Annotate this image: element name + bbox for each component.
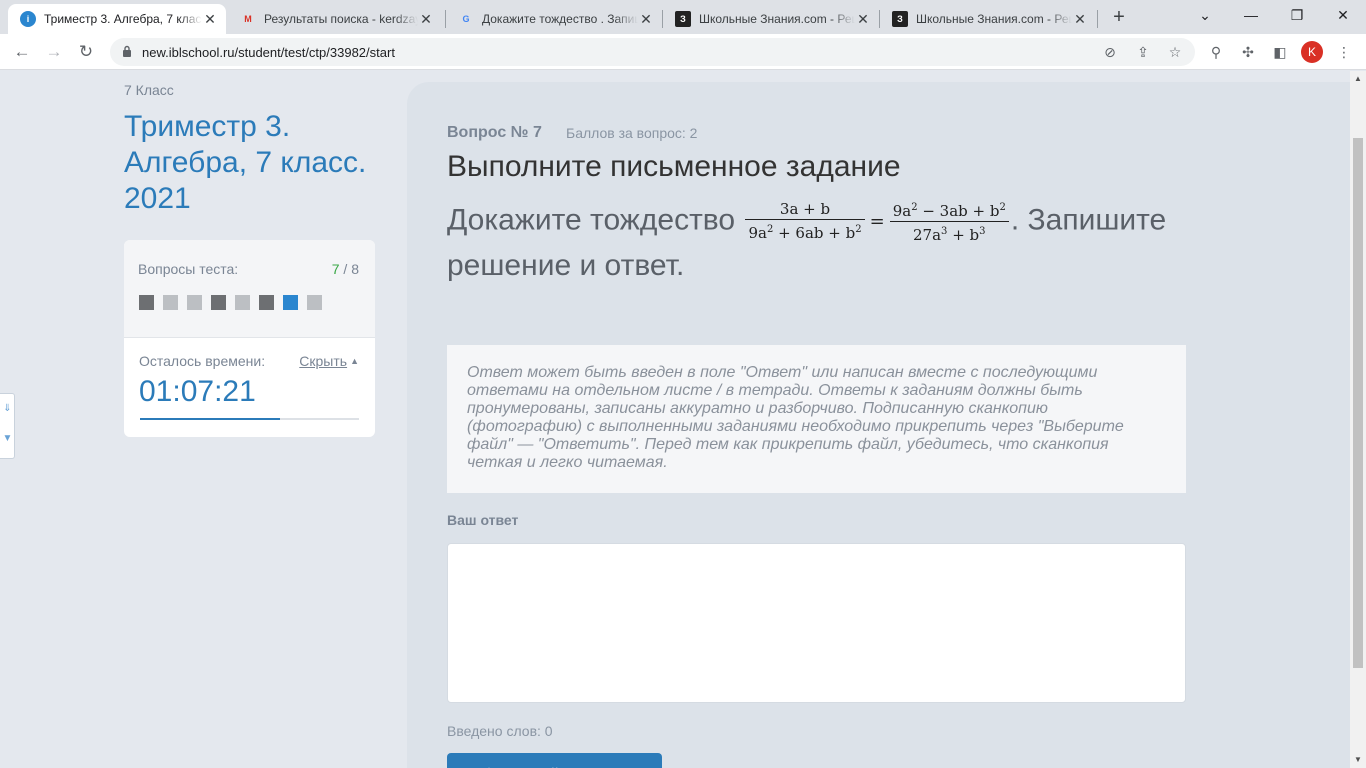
close-icon[interactable]: ✕	[418, 11, 434, 27]
choose-file-button[interactable]: Выберите файл	[447, 753, 662, 768]
close-icon[interactable]: ✕	[1072, 11, 1088, 27]
question-dot-5[interactable]	[235, 295, 250, 310]
question-heading: Выполните письменное задание	[447, 150, 901, 183]
minimize-icon[interactable]: —	[1228, 0, 1274, 30]
formula-right-fraction: 9a2 − 3ab + b2 27a3 + b3	[889, 198, 1009, 245]
question-dot-1[interactable]	[139, 295, 154, 310]
question-points: Баллов за вопрос: 2	[566, 125, 698, 141]
fraction-numerator: 9a2 − 3ab + b2	[889, 198, 1009, 222]
back-arrow-icon[interactable]: ←	[10, 40, 34, 64]
close-icon[interactable]: ✕	[202, 11, 218, 27]
side-scroll-widget: ⇓ ▼	[0, 393, 15, 459]
reload-icon[interactable]: ↻	[74, 40, 98, 64]
timer-progress-fill	[140, 418, 281, 420]
question-dot-2[interactable]	[163, 295, 178, 310]
page-content: 7 Класс Триместр 3. Алгебра, 7 класс. 20…	[0, 71, 1350, 768]
question-panel: Вопрос № 7 Баллов за вопрос: 2 Выполните…	[407, 82, 1350, 768]
fraction-numerator: 3a + b	[745, 200, 865, 220]
bookmark-star-icon[interactable]: ☆	[1165, 42, 1185, 62]
znanija-icon: З	[892, 11, 908, 27]
total-questions: / 8	[343, 261, 359, 277]
browser-tab-3[interactable]: G Докажите тождество . Запиши ✕	[446, 4, 662, 34]
caret-down-icon[interactable]: ▼	[0, 424, 15, 454]
questions-panel: Вопросы теста: 7 / 8	[124, 240, 375, 338]
close-icon[interactable]: ✕	[855, 11, 871, 27]
scroll-down-icon[interactable]: ⇓	[0, 394, 15, 424]
question-dot-4[interactable]	[211, 295, 226, 310]
tab-search-chevron-icon[interactable]: ⌄	[1182, 0, 1228, 30]
page-scrollbar[interactable]: ▲ ▼	[1350, 71, 1366, 768]
url-text: new.iblschool.ru/student/test/ctp/33982/…	[142, 45, 395, 60]
extensions-puzzle-icon[interactable]: ✣	[1238, 42, 1258, 62]
fraction-denominator: 9a2 + 6ab + b2	[748, 224, 862, 242]
question-text: Докажите тождество 3a + b 9a2 + 6ab + b2…	[447, 198, 1207, 287]
tab-title: Результаты поиска - kerdzaya	[264, 12, 418, 26]
tab-title: Школьные Знания.com - Реши	[916, 12, 1072, 26]
profile-avatar[interactable]: K	[1301, 41, 1323, 63]
scroll-up-arrow-icon[interactable]: ▲	[1354, 74, 1362, 83]
window-close-icon[interactable]: ✕	[1320, 0, 1366, 30]
question-dot-6[interactable]	[259, 295, 274, 310]
search-icon[interactable]: ⚲	[1206, 42, 1226, 62]
lock-icon[interactable]	[122, 45, 132, 63]
tab-title: Триместр 3. Алгебра, 7 класс	[44, 12, 202, 26]
formula-left-fraction: 3a + b 9a2 + 6ab + b2	[745, 200, 865, 243]
browser-tab-1[interactable]: i Триместр 3. Алгебра, 7 класс ✕	[8, 4, 226, 34]
tab-title: Докажите тождество . Запиши	[482, 12, 638, 26]
question-dot-8[interactable]	[307, 295, 322, 310]
scroll-down-arrow-icon[interactable]: ▼	[1354, 755, 1362, 764]
word-count: Введено слов: 0	[447, 723, 553, 739]
answer-textarea[interactable]	[447, 543, 1186, 703]
timer-progress-bar	[140, 418, 359, 420]
timer-value: 01:07:21	[139, 375, 256, 408]
equals-sign: =	[869, 210, 885, 232]
question-number: Вопрос № 7	[447, 124, 542, 141]
answer-instructions: Ответ может быть введен в поле "Ответ" и…	[447, 345, 1186, 493]
fraction-denominator: 27a3 + b3	[913, 226, 986, 244]
browser-toolbar: ← → ↻ new.iblschool.ru/student/test/ctp/…	[0, 34, 1366, 70]
browser-tab-4[interactable]: З Школьные Знания.com - Реши ✕	[663, 4, 879, 34]
test-progress-card: Вопросы теста: 7 / 8 Осталось времени: С…	[124, 240, 375, 437]
menu-kebab-icon[interactable]: ⋮	[1334, 42, 1354, 62]
browser-tab-strip: i Триместр 3. Алгебра, 7 класс ✕ M Резул…	[0, 0, 1366, 34]
question-text-before: Докажите тождество	[447, 203, 744, 237]
eye-off-icon[interactable]: ⊘	[1100, 42, 1120, 62]
question-dot-7[interactable]	[283, 295, 298, 310]
question-navigator	[139, 295, 331, 310]
google-icon: G	[462, 14, 470, 24]
hide-timer-link[interactable]: Скрыть ▲	[299, 353, 359, 369]
new-tab-plus-icon[interactable]: +	[1108, 6, 1130, 28]
close-icon[interactable]: ✕	[638, 11, 654, 27]
questions-label: Вопросы теста:	[138, 261, 239, 277]
current-question-number: 7	[331, 261, 340, 277]
forward-arrow-icon[interactable]: →	[42, 40, 66, 64]
answer-label: Ваш ответ	[447, 512, 519, 528]
time-left-label: Осталось времени:	[139, 353, 266, 369]
tab-title: Школьные Знания.com - Реши	[699, 12, 855, 26]
gmail-icon: M	[244, 14, 252, 24]
test-title: Триместр 3. Алгебра, 7 класс. 2021	[124, 110, 367, 215]
restore-icon[interactable]: ❐	[1274, 0, 1320, 30]
side-panel-icon[interactable]: ◧	[1270, 42, 1290, 62]
scrollbar-thumb[interactable]	[1353, 138, 1363, 668]
hide-timer-label: Скрыть	[299, 353, 348, 369]
question-counter: 7 / 8	[332, 261, 359, 277]
breadcrumb[interactable]: 7 Класс	[124, 82, 174, 98]
address-bar[interactable]: new.iblschool.ru/student/test/ctp/33982/…	[110, 38, 1195, 66]
caret-up-icon: ▲	[350, 356, 359, 366]
browser-tab-2[interactable]: M Результаты поиска - kerdzaya ✕	[228, 4, 442, 34]
browser-tab-5[interactable]: З Школьные Знания.com - Реши ✕	[880, 4, 1096, 34]
ibls-icon: i	[20, 11, 36, 27]
question-dot-3[interactable]	[187, 295, 202, 310]
znanija-icon: З	[675, 11, 691, 27]
share-icon[interactable]: ⇪	[1133, 42, 1153, 62]
